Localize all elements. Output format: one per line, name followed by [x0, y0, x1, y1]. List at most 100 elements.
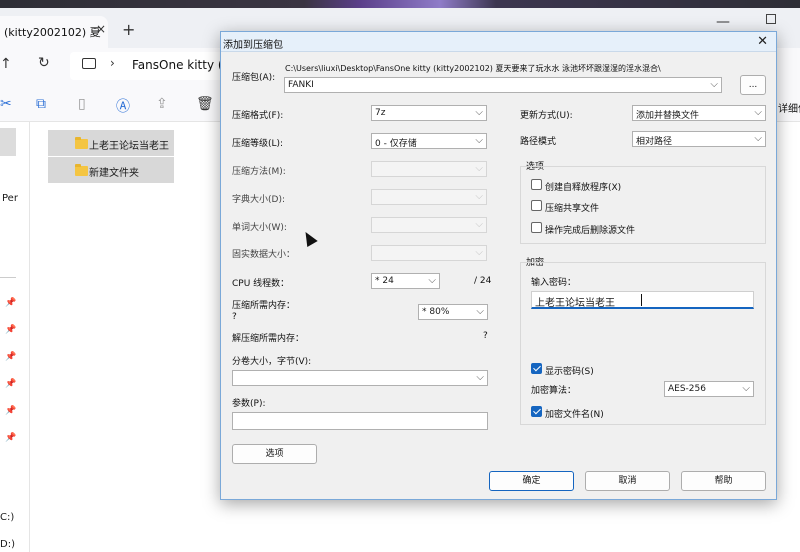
chevron-down-icon[interactable]: ⌵ — [754, 107, 762, 118]
mem-decompress-label: 解压缩所需内存： — [232, 334, 305, 344]
cpu-label: CPU 线程数： — [232, 279, 290, 289]
chevron-down-icon: ⌵ — [475, 163, 483, 174]
cut-icon[interactable]: ✂ — [0, 96, 12, 112]
chevron-down-icon[interactable]: ⌵ — [475, 135, 483, 146]
folder-icon — [75, 137, 88, 149]
add-to-archive-dialog: 添加到压缩包 ✕ 压缩包(A): C:\Users\liuxi\Desktop\… — [220, 31, 777, 500]
chevron-down-icon[interactable]: ⌵ — [475, 107, 483, 118]
chevron-down-icon[interactable]: ⌵ — [476, 306, 484, 317]
archive-name-value: FANKI — [288, 80, 314, 90]
share-icon[interactable]: ⇪ — [156, 96, 168, 112]
encrypt-names-label: 加密文件名(N) — [545, 410, 604, 420]
format-label: 压缩格式(F): — [232, 111, 284, 121]
cpu-combo[interactable]: * 24 ⌵ — [371, 273, 440, 289]
dialog-title: 添加到压缩包 — [223, 40, 283, 51]
tab-close-icon[interactable]: × — [96, 22, 106, 36]
nav-item-partial[interactable]: Per — [2, 193, 18, 204]
chevron-down-icon[interactable]: ⌵ — [754, 133, 762, 144]
path-label: 路径模式 — [520, 137, 557, 147]
details-button[interactable]: 详细信 — [778, 100, 800, 115]
method-combo[interactable]: ⌵ — [371, 161, 487, 177]
mem-combo[interactable]: * 80% ⌵ — [418, 304, 488, 320]
refresh-icon[interactable]: ↻ — [38, 55, 50, 71]
split-label: 分卷大小，字节(V): — [232, 357, 312, 367]
close-icon[interactable]: ✕ — [757, 34, 768, 49]
desktop-wallpaper-strip — [0, 0, 800, 8]
algo-label: 加密算法： — [531, 386, 577, 396]
new-tab-icon[interactable]: + — [122, 20, 135, 39]
params-input[interactable] — [232, 412, 488, 430]
minimize-icon[interactable]: — — [716, 14, 730, 30]
show-password-label: 显示密码(S) — [545, 367, 594, 377]
cpu-value: * 24 — [375, 276, 394, 286]
mem-value: * 80% — [422, 307, 450, 317]
drive-c[interactable]: C:) — [0, 512, 14, 523]
pin-icon: 📌 — [5, 406, 17, 416]
help-button[interactable]: 帮助 — [681, 471, 766, 491]
chevron-down-icon[interactable]: ⌵ — [710, 79, 718, 90]
pin-icon: 📌 — [5, 325, 17, 335]
update-combo[interactable]: 添加并替换文件 ⌵ — [632, 105, 766, 121]
level-label: 压缩等级(L): — [232, 139, 284, 149]
word-combo[interactable]: ⌵ — [371, 217, 487, 233]
drive-d[interactable]: D:) — [0, 539, 15, 550]
chevron-down-icon[interactable]: ⌵ — [428, 275, 436, 286]
archive-name-combo[interactable]: FANKI ⌵ — [284, 77, 722, 93]
password-value: 上老王论坛当老王 — [535, 298, 615, 309]
delete-checkbox[interactable] — [531, 222, 542, 233]
rename-icon[interactable]: Ⓐ — [116, 96, 130, 116]
word-label: 单词大小(W): — [232, 223, 287, 233]
delete-label: 操作完成后删除源文件 — [545, 226, 636, 236]
algo-value: AES-256 — [668, 384, 706, 394]
mem-decompress-value: ? — [483, 331, 488, 341]
archive-path: C:\Users\liuxi\Desktop\FansOne kitty (ki… — [285, 64, 661, 73]
chevron-down-icon[interactable]: ⌵ — [476, 372, 484, 383]
update-label: 更新方式(U): — [520, 111, 573, 121]
algo-combo[interactable]: AES-256 ⌵ — [664, 381, 754, 397]
options-button[interactable]: 选项 — [232, 444, 317, 464]
format-combo[interactable]: 7z ⌵ — [371, 105, 487, 121]
mem-compress-value: ? — [232, 312, 237, 322]
mem-compress-label: 压缩所需内存： — [232, 301, 296, 311]
ok-button[interactable]: 确定 — [489, 471, 574, 491]
password-input[interactable]: 上老王论坛当老王 — [531, 291, 754, 309]
pin-icon: 📌 — [5, 379, 17, 389]
up-arrow-icon[interactable]: ↑ — [0, 56, 12, 72]
show-password-checkbox[interactable] — [531, 363, 542, 374]
split-combo[interactable]: ⌵ — [232, 370, 488, 386]
dialog-titlebar — [221, 32, 776, 52]
nav-selected-item[interactable] — [0, 128, 16, 156]
folder-icon — [75, 164, 88, 176]
solid-combo[interactable]: ⌵ — [371, 245, 487, 261]
chevron-down-icon: ⌵ — [475, 247, 483, 258]
sfx-checkbox[interactable] — [531, 179, 542, 190]
path-combo[interactable]: 相对路径 ⌵ — [632, 131, 766, 147]
copy-icon[interactable]: ⧉ — [36, 96, 46, 112]
text-caret — [641, 294, 642, 306]
pin-icon: 📌 — [5, 433, 17, 443]
nav-divider — [0, 277, 16, 278]
shared-label: 压缩共享文件 — [545, 204, 600, 214]
encrypt-names-checkbox[interactable] — [531, 406, 542, 417]
file-name: 上老王论坛当老王 — [89, 141, 169, 152]
explorer-tab-title: (kitty2002102) 夏 — [4, 26, 101, 39]
dict-label: 字典大小(D): — [232, 195, 285, 205]
update-value: 添加并替换文件 — [636, 111, 700, 121]
level-combo[interactable]: 0 - 仅存储 ⌵ — [371, 133, 487, 149]
pin-icon: 📌 — [5, 352, 17, 362]
delete-icon[interactable]: 🗑 — [196, 96, 214, 112]
chevron-right-icon[interactable]: › — [110, 56, 115, 70]
sfx-label: 创建自释放程序(X) — [545, 183, 622, 193]
cancel-button[interactable]: 取消 — [585, 471, 670, 491]
chevron-down-icon[interactable]: ⌵ — [742, 383, 750, 394]
chevron-down-icon: ⌵ — [475, 219, 483, 230]
shared-checkbox[interactable] — [531, 200, 542, 211]
archive-label: 压缩包(A): — [232, 73, 276, 83]
browse-button[interactable]: ... — [740, 75, 766, 95]
params-label: 参数(P): — [232, 399, 266, 409]
maximize-icon[interactable] — [766, 14, 776, 24]
solid-label: 固实数据大小： — [232, 250, 296, 260]
password-label: 输入密码： — [531, 278, 577, 288]
paste-icon[interactable]: ▯ — [78, 96, 86, 112]
dict-combo[interactable]: ⌵ — [371, 189, 487, 205]
